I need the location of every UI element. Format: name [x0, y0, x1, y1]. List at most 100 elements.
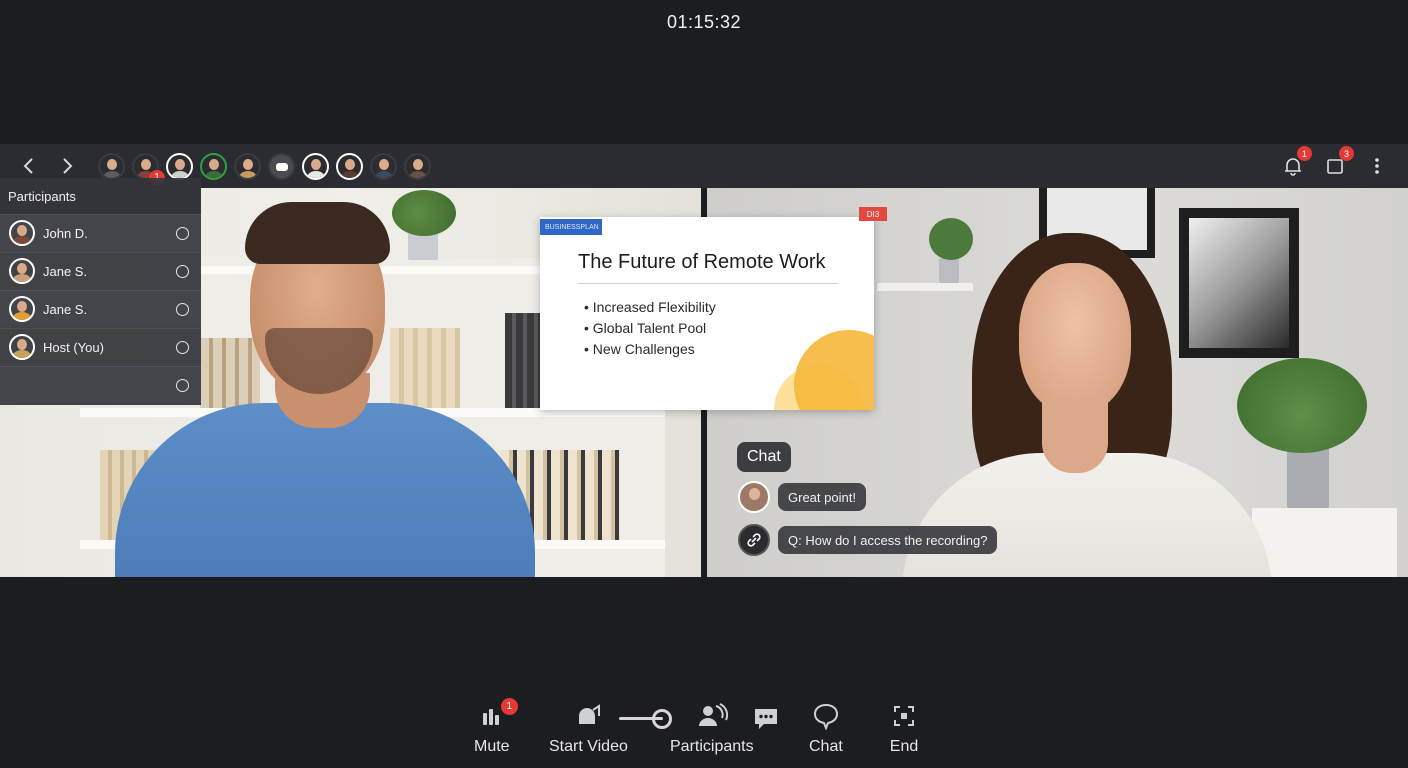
plant-leaves — [929, 218, 973, 260]
participant-row[interactable]: John D. — [0, 214, 201, 251]
more-options-button[interactable] — [1366, 155, 1388, 177]
volume-slider-knob[interactable] — [652, 709, 672, 729]
side-table — [1252, 508, 1397, 577]
participant-select-radio[interactable] — [176, 302, 189, 316]
avatar-image — [304, 155, 327, 178]
avatar-image — [168, 155, 191, 178]
chat-bubble-icon — [810, 700, 842, 732]
link-icon — [747, 533, 761, 547]
participant-avatar — [9, 334, 35, 360]
mute-label: Mute — [474, 738, 510, 755]
notifications-badge: 1 — [1297, 146, 1312, 161]
avatar-image — [236, 155, 259, 178]
participant-strip: 1 1 3 — [0, 144, 1408, 188]
participant-row[interactable]: Jane S. — [0, 252, 201, 289]
books — [505, 313, 540, 408]
plant-leaves — [392, 190, 456, 236]
participants-button[interactable]: Participants — [670, 700, 754, 756]
chat-label: Chat — [809, 738, 843, 755]
slide-tag: BUSINESSPLAN — [540, 219, 602, 235]
chat-overlay-title[interactable]: Chat — [737, 442, 791, 472]
plant-leaves — [1237, 358, 1367, 453]
participant-avatar[interactable] — [404, 152, 431, 180]
chat-message: Great point! — [778, 483, 866, 511]
reactions-button[interactable] — [752, 705, 780, 733]
participant-select-radio[interactable] — [176, 264, 189, 278]
shared-slide[interactable]: BUSINESSPLAN The Future of Remote Work I… — [540, 217, 874, 410]
screens-button[interactable]: 3 — [1324, 146, 1354, 177]
slide-bullet: Global Talent Pool — [584, 318, 716, 339]
slide-bullet: New Challenges — [584, 339, 716, 360]
wall-shelf — [877, 283, 973, 291]
robot-icon — [276, 162, 288, 171]
screens-badge: 3 — [1339, 146, 1354, 161]
participant-name: Jane S. — [43, 263, 88, 279]
start-video-button[interactable]: Start Video — [549, 700, 628, 756]
person-neck — [1042, 398, 1108, 473]
avatar-list: 1 — [98, 152, 431, 186]
participant-avatar[interactable] — [370, 152, 397, 180]
books — [200, 338, 260, 408]
microphone-icon: 1 — [476, 698, 518, 732]
participant-select-radio[interactable] — [176, 226, 189, 240]
avatar-image — [202, 155, 225, 178]
video-camera-icon — [572, 700, 604, 732]
participant-avatar — [9, 220, 35, 246]
people-icon — [696, 700, 728, 732]
participant-name: John D. — [43, 225, 88, 241]
participant-row[interactable]: Jane S. — [0, 290, 201, 327]
avatar-image — [338, 155, 361, 178]
wall-picture — [1179, 208, 1299, 358]
more-vertical-icon — [1375, 158, 1379, 174]
chat-avatar — [738, 481, 770, 513]
participant-row[interactable] — [0, 366, 201, 403]
slide-bullets: Increased Flexibility Global Talent Pool… — [584, 297, 716, 360]
mute-badge: 1 — [500, 698, 518, 715]
slide-bullet: Increased Flexibility — [584, 297, 716, 318]
plant-pot — [1287, 446, 1329, 508]
call-timer: 01:15:32 — [666, 12, 742, 32]
chevron-left-icon — [23, 158, 33, 174]
end-button[interactable]: End — [888, 700, 920, 756]
message-dots-icon — [755, 709, 777, 729]
plant-pot — [939, 258, 959, 283]
slide-divider — [578, 283, 838, 284]
slide-corner-tag: DI3 — [859, 207, 887, 221]
bot-avatar[interactable] — [268, 152, 295, 180]
participant-row[interactable]: Host (You) — [0, 328, 201, 365]
avatar-image — [372, 155, 395, 178]
notifications-button[interactable]: 1 — [1282, 146, 1312, 177]
participant-avatar[interactable] — [200, 152, 227, 180]
books — [390, 328, 460, 408]
slide-decoration — [794, 330, 874, 410]
participant-select-radio[interactable] — [176, 378, 189, 392]
participant-avatar[interactable] — [336, 152, 363, 180]
avatar-image — [406, 155, 429, 178]
participants-panel-title: Participants — [0, 178, 201, 214]
participant-avatar[interactable] — [98, 152, 125, 180]
start-video-label: Start Video — [549, 738, 628, 755]
volume-slider[interactable] — [619, 709, 673, 729]
participant-avatar[interactable] — [234, 152, 261, 180]
mute-button[interactable]: 1 Mute — [474, 698, 518, 756]
slide-title: The Future of Remote Work — [578, 251, 826, 273]
chevron-right-icon — [63, 158, 73, 174]
expand-frame-icon — [888, 700, 920, 732]
participant-name: Host (You) — [43, 339, 104, 355]
participant-avatar[interactable] — [302, 152, 329, 180]
participant-select-radio[interactable] — [176, 340, 189, 354]
chat-button[interactable]: Chat — [809, 700, 843, 756]
participants-label: Participants — [670, 738, 754, 755]
participant-avatar — [9, 296, 35, 322]
participant-avatar[interactable]: 1 — [132, 152, 165, 186]
plant-pot — [408, 232, 438, 260]
participant-avatar[interactable] — [166, 152, 193, 180]
bottom-toolbar: 1 Mute Start Video Participants Chat End — [0, 698, 1408, 768]
chat-message: Q: How do I access the recording? — [778, 526, 998, 554]
avatar-image — [100, 155, 123, 178]
person-hair — [245, 202, 390, 264]
participant-name: Jane S. — [43, 301, 88, 317]
end-label: End — [889, 738, 919, 755]
person-face — [1019, 263, 1131, 413]
participant-avatar — [9, 258, 35, 284]
